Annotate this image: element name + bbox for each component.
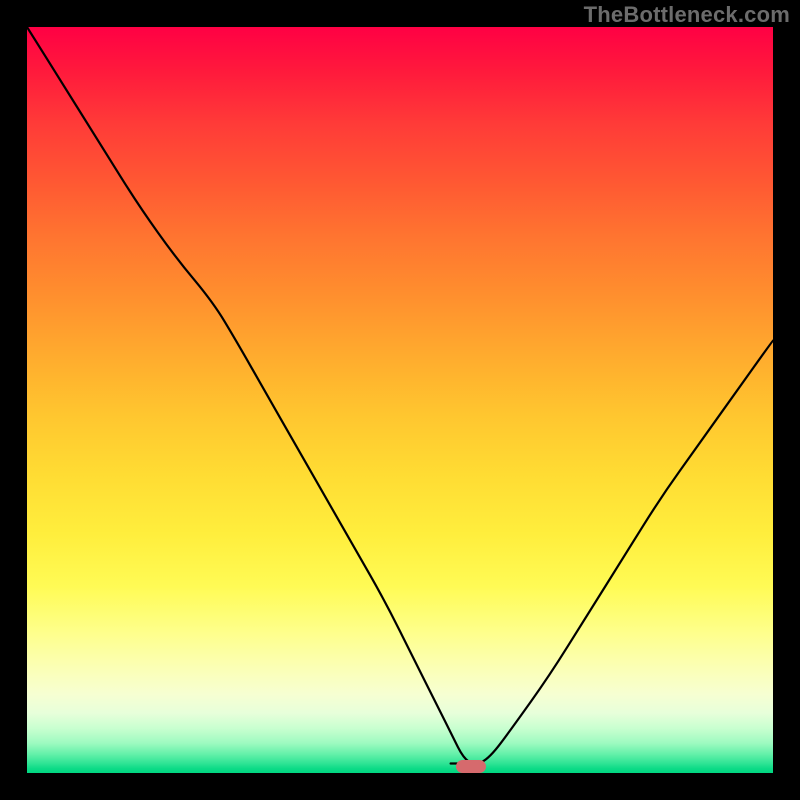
bottleneck-curve bbox=[27, 27, 773, 773]
optimum-marker bbox=[456, 760, 486, 773]
watermark-text: TheBottleneck.com bbox=[584, 2, 790, 28]
chart-frame: TheBottleneck.com bbox=[0, 0, 800, 800]
plot-area bbox=[27, 27, 773, 773]
